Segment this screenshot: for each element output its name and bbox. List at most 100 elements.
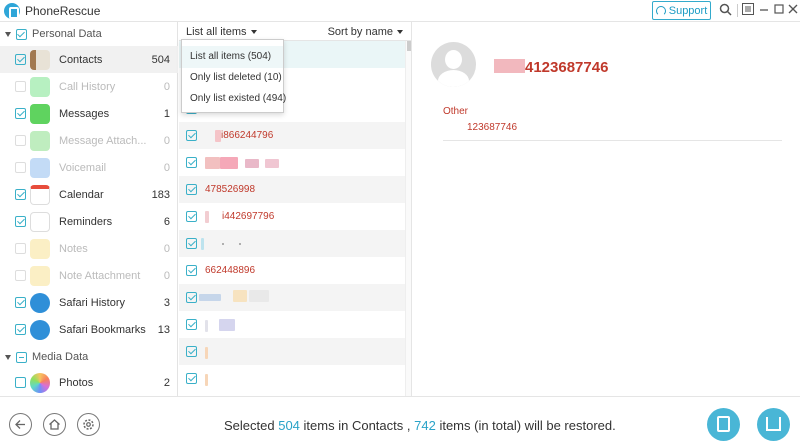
dropdown-option-all[interactable]: List all items (504) bbox=[182, 46, 283, 68]
redacted-text bbox=[245, 159, 259, 168]
group-checkbox[interactable] bbox=[16, 351, 27, 363]
settings-button[interactable] bbox=[77, 413, 100, 436]
sidebar-item-label: Notes bbox=[59, 242, 88, 255]
list-item[interactable] bbox=[179, 149, 405, 176]
item-checkbox[interactable] bbox=[15, 324, 26, 335]
sidebar-item-call-history[interactable]: Call History 0 bbox=[0, 73, 178, 100]
sidebar-item-label: Safari History bbox=[59, 296, 126, 309]
dropdown-option-deleted[interactable]: Only list deleted (10) bbox=[182, 67, 283, 89]
sidebar-item-note-attachment[interactable]: Note Attachment 0 bbox=[0, 262, 178, 289]
sidebar-item-count: 2 bbox=[163, 376, 170, 389]
status-text: Selected bbox=[224, 418, 275, 433]
redacted-text bbox=[199, 294, 221, 301]
title-separator bbox=[737, 4, 738, 17]
group-label: Personal Data bbox=[32, 28, 102, 40]
sidebar-item-reminders[interactable]: Reminders 6 bbox=[0, 208, 178, 235]
row-checkbox[interactable] bbox=[186, 211, 197, 222]
sidebar-item-voicemail[interactable]: Voicemail 0 bbox=[0, 154, 178, 181]
collapse-caret-icon[interactable] bbox=[5, 354, 11, 360]
sidebar-item-count: 1 bbox=[163, 107, 170, 120]
list-item[interactable] bbox=[179, 365, 405, 392]
sort-label: Sort by name bbox=[327, 26, 393, 38]
redacted-text bbox=[220, 157, 238, 169]
item-checkbox[interactable] bbox=[15, 189, 26, 200]
sidebar-item-label: Note Attachment bbox=[59, 269, 141, 282]
item-checkbox[interactable] bbox=[15, 135, 26, 146]
item-checkbox[interactable] bbox=[15, 108, 26, 119]
search-icon[interactable] bbox=[718, 3, 732, 17]
item-checkbox[interactable] bbox=[15, 297, 26, 308]
row-checkbox[interactable] bbox=[186, 238, 197, 249]
phone-icon bbox=[30, 76, 50, 97]
group-label: Media Data bbox=[32, 351, 89, 363]
menu-icon[interactable] bbox=[741, 3, 755, 17]
arrow-left-icon bbox=[15, 420, 25, 429]
item-checkbox[interactable] bbox=[15, 81, 26, 92]
list-item[interactable]: i866244796 bbox=[179, 122, 405, 149]
row-checkbox[interactable] bbox=[186, 130, 197, 141]
support-button[interactable]: Support bbox=[652, 1, 711, 20]
minimize-icon[interactable] bbox=[757, 3, 771, 17]
item-checkbox[interactable] bbox=[15, 377, 26, 388]
field-value: 123687746 bbox=[467, 122, 518, 133]
row-checkbox[interactable] bbox=[186, 373, 197, 384]
bottom-bar: Selected 504 items in Contacts , 742 ite… bbox=[0, 396, 800, 443]
item-checkbox[interactable] bbox=[15, 54, 26, 65]
home-button[interactable] bbox=[43, 413, 66, 436]
sidebar-item-photos[interactable]: Photos 2 bbox=[0, 369, 178, 396]
sidebar-item-messages[interactable]: Messages 1 bbox=[0, 100, 178, 127]
sidebar-item-notes[interactable]: Notes 0 bbox=[0, 235, 178, 262]
reminders-icon bbox=[30, 211, 50, 232]
list-item[interactable]: 478526998 bbox=[179, 176, 405, 203]
safari-history-icon bbox=[30, 292, 50, 313]
list-item[interactable] bbox=[179, 311, 405, 338]
row-checkbox[interactable] bbox=[186, 157, 197, 168]
list-item[interactable] bbox=[179, 284, 405, 311]
messages-icon bbox=[30, 103, 50, 124]
sidebar-item-safari-bookmarks[interactable]: Safari Bookmarks 13 bbox=[0, 316, 178, 343]
group-media-data[interactable]: Media Data bbox=[0, 346, 178, 368]
row-checkbox[interactable] bbox=[186, 265, 197, 276]
list-item[interactable] bbox=[179, 338, 405, 365]
redacted-text bbox=[233, 290, 247, 302]
recover-to-computer-button[interactable] bbox=[757, 408, 790, 441]
list-item[interactable] bbox=[179, 230, 405, 257]
row-checkbox[interactable] bbox=[186, 184, 197, 195]
close-icon[interactable] bbox=[786, 3, 800, 17]
recover-to-computer-icon bbox=[766, 417, 781, 431]
collapse-caret-icon[interactable] bbox=[5, 31, 11, 37]
group-personal-data[interactable]: Personal Data bbox=[0, 23, 178, 45]
row-checkbox[interactable] bbox=[186, 319, 197, 330]
avatar-body bbox=[438, 70, 469, 87]
recover-to-device-button[interactable] bbox=[707, 408, 740, 441]
redacted-text bbox=[205, 320, 208, 332]
list-item[interactable]: 662448896 bbox=[179, 257, 405, 284]
group-checkbox[interactable] bbox=[16, 28, 27, 40]
item-checkbox[interactable] bbox=[15, 162, 26, 173]
row-text: 662448896 bbox=[205, 265, 256, 276]
sort-dropdown[interactable]: Sort by name bbox=[328, 26, 403, 38]
row-checkbox[interactable] bbox=[186, 292, 197, 303]
list-item[interactable]: i442697796 bbox=[179, 203, 405, 230]
sidebar-item-message-attachments[interactable]: Message Attach... 0 bbox=[0, 127, 178, 154]
sidebar-item-count: 183 bbox=[151, 188, 170, 201]
row-checkbox[interactable] bbox=[186, 346, 197, 357]
sidebar-item-label: Reminders bbox=[59, 215, 113, 228]
sidebar-item-safari-history[interactable]: Safari History 3 bbox=[0, 289, 178, 316]
sidebar-item-count: 504 bbox=[151, 53, 170, 66]
sidebar-item-calendar[interactable]: Calendar 183 bbox=[0, 181, 178, 208]
item-checkbox[interactable] bbox=[15, 216, 26, 227]
sidebar-item-count: 0 bbox=[163, 134, 170, 147]
sidebar-item-count: 13 bbox=[157, 323, 170, 336]
sidebar-item-contacts[interactable]: Contacts 504 bbox=[0, 46, 178, 73]
item-checkbox[interactable] bbox=[15, 270, 26, 281]
dropdown-option-existed[interactable]: Only list existed (494) bbox=[182, 88, 286, 110]
total-count: 742 bbox=[414, 418, 436, 433]
sidebar-item-count: 0 bbox=[163, 269, 170, 282]
filter-dropdown[interactable]: List all items bbox=[186, 26, 257, 38]
redacted-text bbox=[219, 319, 235, 331]
redacted-text bbox=[205, 347, 208, 359]
back-button[interactable] bbox=[9, 413, 32, 436]
item-checkbox[interactable] bbox=[15, 243, 26, 254]
maximize-icon[interactable] bbox=[772, 3, 786, 17]
